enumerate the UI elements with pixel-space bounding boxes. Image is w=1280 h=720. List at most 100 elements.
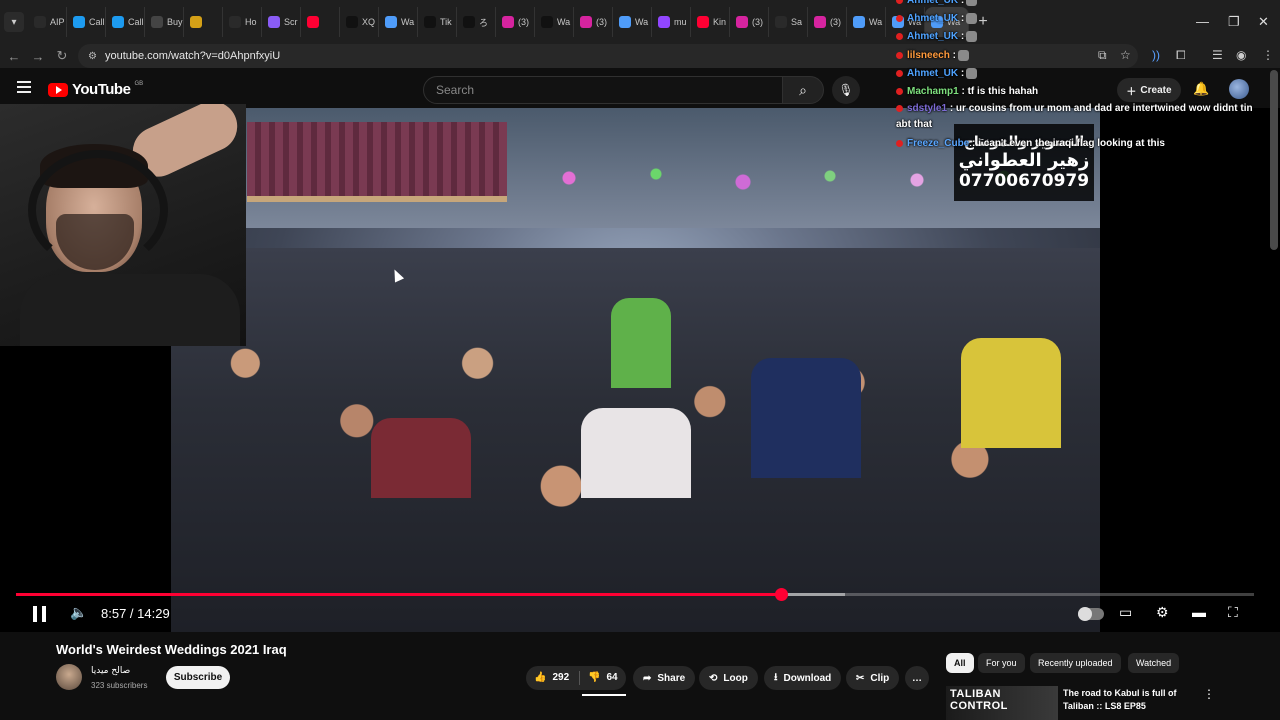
tab-favicon-icon xyxy=(34,16,46,28)
search-input[interactable]: Search xyxy=(423,76,783,104)
browser-tab[interactable]: AIP xyxy=(28,7,67,37)
player-controls: 🔈 8:57 / 14:29 ▭ ⚙ ▬ ⛶ xyxy=(0,584,1280,632)
page-scrollbar[interactable] xyxy=(1270,70,1278,250)
like-dislike-group: 👍 292 👎 64 xyxy=(526,666,626,690)
youtube-logo[interactable]: YouTube GB xyxy=(48,81,143,98)
theater-mode-icon[interactable]: ▬ xyxy=(1192,604,1206,620)
browser-tab[interactable]: Scr xyxy=(262,7,301,37)
settings-gear-icon[interactable]: ⚙ xyxy=(1156,604,1169,621)
recommendation-thumbnail[interactable]: TALIBAN CONTROL xyxy=(946,686,1058,720)
like-button[interactable]: 👍 292 xyxy=(534,672,569,683)
chat-text: : i can't even the iraqi flag looking at… xyxy=(972,138,1165,149)
headset-icon xyxy=(28,150,168,270)
site-info-icon[interactable]: ⚙ xyxy=(88,51,97,62)
browser-tab[interactable]: (3) xyxy=(496,7,535,37)
browser-tab[interactable]: Wa xyxy=(379,7,418,37)
tab-favicon-icon xyxy=(307,16,319,28)
loop-button[interactable]: ⟲ Loop xyxy=(699,666,758,690)
tab-favicon-icon xyxy=(502,16,514,28)
chat-badge-icon xyxy=(896,87,903,95)
chat-badge-icon xyxy=(896,0,903,4)
region-code: GB xyxy=(134,80,144,87)
browser-tab[interactable]: Sa xyxy=(769,7,808,37)
chat-emote-icon xyxy=(966,12,978,24)
browser-tab[interactable]: Wa xyxy=(613,7,652,37)
tab-label: Scr xyxy=(284,17,298,27)
stream-chat-overlay: Ahmet_UK : Ahmet_UK : Ahmet_UK : lilsneech … xyxy=(896,0,1268,152)
tab-favicon-icon xyxy=(619,16,631,28)
chat-username: Ahmet_UK xyxy=(907,13,959,24)
clip-button[interactable]: ✂ Clip xyxy=(846,666,900,690)
pause-icon[interactable] xyxy=(33,606,47,622)
download-button[interactable]: ⭳ Download xyxy=(764,666,842,690)
reload-icon[interactable]: ↻ xyxy=(50,48,74,64)
browser-tab[interactable]: Tik xyxy=(418,7,457,37)
browser-tab[interactable] xyxy=(184,7,223,37)
tab-favicon-icon xyxy=(385,16,397,28)
tab-label: ろ xyxy=(479,17,489,28)
download-label: Download xyxy=(783,672,832,684)
time-display: 8:57 / 14:29 xyxy=(101,606,170,621)
video-frame[interactable]: التصوير والمونتاج زهير العطواني 07700670… xyxy=(171,108,1100,632)
chip-watched[interactable]: Watched xyxy=(1128,653,1180,673)
browser-tab[interactable]: (3) xyxy=(730,7,769,37)
dislike-count: 64 xyxy=(606,672,618,683)
browser-tab[interactable]: Buy xyxy=(145,7,184,37)
browser-tab[interactable]: ろ xyxy=(457,7,496,37)
tab-favicon-icon xyxy=(658,16,670,28)
share-button[interactable]: ➦ Share xyxy=(633,666,696,690)
chip-for-you[interactable]: For you xyxy=(978,653,1025,673)
chat-text: : ur cousins from ur mom and dad are int… xyxy=(896,103,1253,130)
thumbs-down-icon: 👎 xyxy=(588,672,601,683)
search-icon[interactable]: ⌕ xyxy=(782,76,824,104)
clip-label: Clip xyxy=(870,672,890,684)
channel-avatar[interactable] xyxy=(56,664,82,690)
dislike-button[interactable]: 👎 64 xyxy=(588,672,618,683)
browser-tab[interactable]: (3) xyxy=(574,7,613,37)
browser-tab[interactable]: Call xyxy=(106,7,145,37)
chat-text: : xyxy=(960,13,965,24)
browser-tab[interactable]: Ho xyxy=(223,7,262,37)
tab-favicon-icon xyxy=(112,16,124,28)
tab-label: (3) xyxy=(752,17,763,27)
dancer-green-shirt xyxy=(611,298,671,388)
video-title: World's Weirdest Weddings 2021 Iraq xyxy=(56,642,287,657)
chat-username: sdstyle1 xyxy=(907,103,948,114)
logo-text: YouTube xyxy=(72,81,131,98)
webcam-overlay xyxy=(0,104,246,346)
browser-tab[interactable]: Kin xyxy=(691,7,730,37)
channel-name[interactable]: صالح ميديا xyxy=(91,666,130,676)
browser-tab[interactable]: Wa xyxy=(535,7,574,37)
tab-search-chevron-icon[interactable]: ▾ xyxy=(4,12,24,32)
browser-tab[interactable] xyxy=(301,7,340,37)
more-actions-button[interactable]: … xyxy=(905,666,929,690)
subscribe-button[interactable]: Subscribe xyxy=(166,666,230,689)
browser-tab[interactable]: (3) xyxy=(808,7,847,37)
forward-icon[interactable]: → xyxy=(26,49,50,64)
guide-menu-icon[interactable] xyxy=(17,81,31,96)
browser-tab[interactable]: XQ xyxy=(340,7,379,37)
tab-favicon-icon xyxy=(580,16,592,28)
chat-emote-icon xyxy=(966,67,978,79)
tab-label: Sa xyxy=(791,17,803,27)
chat-message: lilsneech : xyxy=(896,47,969,65)
recommendation-menu-icon[interactable]: ⋮ xyxy=(1203,687,1215,701)
browser-tab[interactable]: mu xyxy=(652,7,691,37)
microphone-icon[interactable]: 🎙 xyxy=(832,76,860,104)
fullscreen-icon[interactable]: ⛶ xyxy=(1228,604,1238,621)
progress-bar[interactable] xyxy=(16,588,1254,601)
back-icon[interactable]: ← xyxy=(2,49,26,64)
subtitles-icon[interactable]: ▭ xyxy=(1119,604,1132,621)
chat-badge-icon xyxy=(896,69,903,77)
browser-tab[interactable]: Wa xyxy=(847,7,886,37)
tab-favicon-icon xyxy=(190,16,202,28)
tab-label: Wa xyxy=(557,17,571,27)
browser-tab[interactable]: Call xyxy=(67,7,106,37)
progress-scrubber[interactable] xyxy=(775,588,789,601)
autoplay-toggle[interactable] xyxy=(1078,607,1104,621)
more-actions-label: … xyxy=(912,672,922,684)
chip-all[interactable]: All xyxy=(946,653,974,673)
chip-recently-uploaded[interactable]: Recently uploaded xyxy=(1030,653,1121,673)
volume-icon[interactable]: 🔈 xyxy=(70,604,87,621)
recommendation-title[interactable]: The road to Kabul is full of Taliban :: … xyxy=(1063,687,1193,713)
